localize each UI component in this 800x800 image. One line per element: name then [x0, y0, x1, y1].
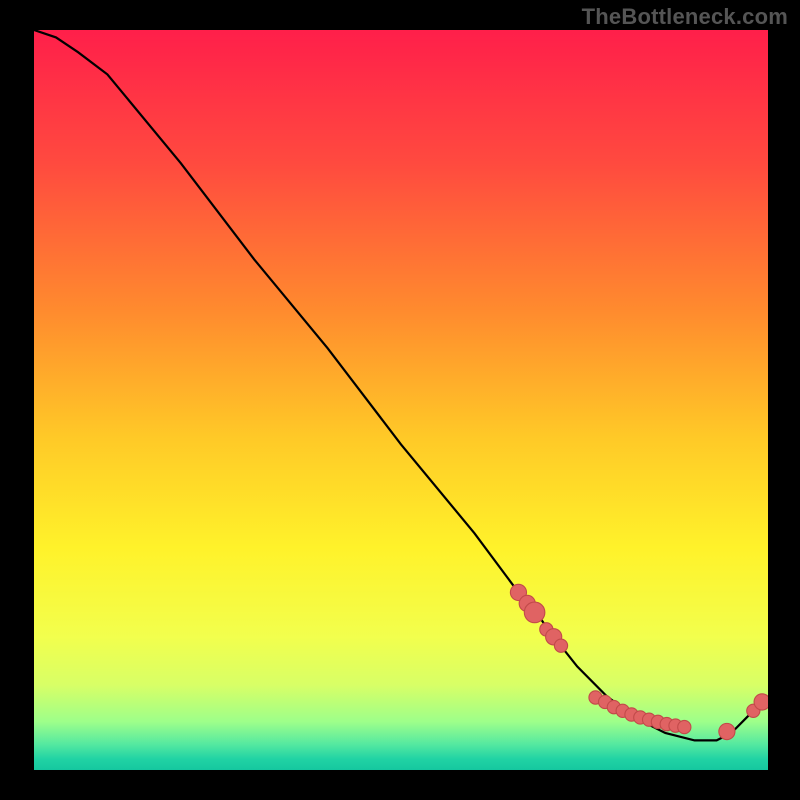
- watermark-text: TheBottleneck.com: [582, 4, 788, 30]
- plot-area: [34, 30, 768, 770]
- chart-frame: TheBottleneck.com: [0, 0, 800, 800]
- scatter-dot: [754, 694, 768, 710]
- gradient-background: [34, 30, 768, 770]
- scatter-dot: [719, 723, 735, 739]
- scatter-dot: [554, 639, 567, 652]
- scatter-dot: [678, 720, 691, 733]
- chart-svg: [34, 30, 768, 770]
- scatter-dot: [524, 602, 545, 623]
